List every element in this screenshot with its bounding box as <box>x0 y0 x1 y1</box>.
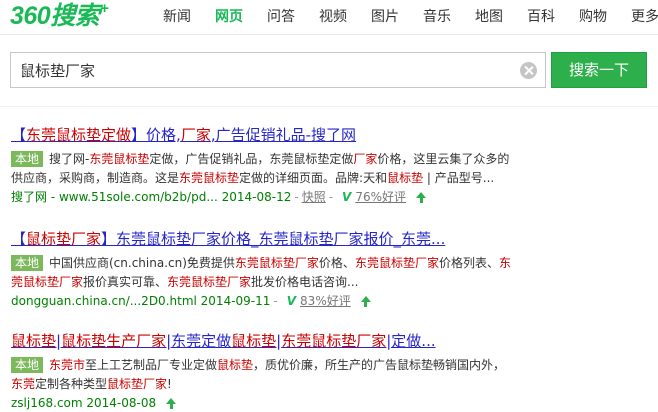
snippet-line: 东莞定制各种类型鼠标垫厂家! <box>11 377 172 391</box>
nav-item-2[interactable]: 网页 <box>215 0 243 34</box>
logo-text: 360搜索 <box>10 2 100 30</box>
result-snippet: 本地 东莞市至上工艺制品厂专业定做鼠标垫，质优价廉，所生产的广告鼠标垫畅销国内外，… <box>11 356 651 394</box>
nav-item-6[interactable]: 音乐 <box>423 0 451 34</box>
search-box <box>10 52 546 88</box>
result-snippet: 本地 中国供应商(cn.china.cn)免费提供东莞鼠标垫厂家价格、东莞鼠标垫厂… <box>11 254 651 292</box>
result-url: dongguan.china.cn/...2D0.html <box>11 294 197 308</box>
search-button[interactable]: 搜索一下 <box>551 52 647 88</box>
highlight-text: 厂家 <box>353 152 378 166</box>
meta-separator: - <box>328 190 334 204</box>
nav-item-4[interactable]: 视频 <box>319 0 347 34</box>
result-date: 2014-08-08 <box>82 396 157 410</box>
top-divider <box>0 34 658 35</box>
top-navigation-bar: 360搜索 + 新闻网页问答视频图片音乐地图百科购物更多▾ <box>0 0 658 34</box>
upvote-arrow-icon[interactable] <box>166 397 177 410</box>
nav-item-10[interactable]: 更多▾ <box>631 0 658 34</box>
upvote-arrow-icon[interactable] <box>416 191 427 204</box>
highlight-text: 东莞鼠标垫 <box>179 171 240 185</box>
result-url: 搜了网 - www.51sole.com/b2b/pd... <box>11 190 218 204</box>
highlight-text: 东莞鼠标垫厂家 <box>234 256 319 270</box>
logo-360-search[interactable]: 360搜索 + <box>10 0 109 30</box>
result-snippet: 本地 搜了网-东莞鼠标垫定做，广告促销礼品，东莞鼠标垫定做厂家价格，这里云集了众多… <box>11 150 651 188</box>
search-result: 【东莞鼠标垫定做】价格,厂家,广告促销礼品-搜了网本地 搜了网-东莞鼠标垫定做，广… <box>11 125 651 207</box>
snippet-line: 东莞市至上工艺制品厂专业定做鼠标垫，质优价廉，所生产的广告鼠标垫畅销国内外， <box>49 358 506 372</box>
highlight-text: 莞鼠标垫厂家 <box>11 275 84 289</box>
snippet-line: 中国供应商(cn.china.cn)免费提供东莞鼠标垫厂家价格、东莞鼠标垫厂家价… <box>49 256 511 270</box>
highlight-text: 鼠标垫 <box>231 332 277 350</box>
search-input[interactable] <box>11 53 511 87</box>
search-result: 鼠标垫|鼠标垫生产厂家|东莞定做鼠标垫|东莞鼠标垫厂家|定做... 本地 东莞市至上… <box>11 331 651 412</box>
result-title-link[interactable]: 【东莞鼠标垫定做】价格,厂家,广告促销礼品-搜了网 <box>11 125 651 145</box>
nav-item-7[interactable]: 地图 <box>475 0 503 34</box>
highlight-text: 鼠标垫生产厂家 <box>61 332 167 350</box>
category-nav: 新闻网页问答视频图片音乐地图百科购物更多▾ <box>163 0 658 34</box>
nav-item-9[interactable]: 购物 <box>579 0 607 34</box>
result-date: 2014-08-12 <box>217 190 292 204</box>
highlight-text: 鼠标垫 <box>387 171 424 185</box>
nav-item-3[interactable]: 问答 <box>267 0 295 34</box>
clear-icon[interactable] <box>520 62 537 79</box>
snippet-line: 莞鼠标垫厂家报价真实可靠、东莞鼠标垫厂家批发价格电话咨询... <box>11 275 359 289</box>
highlight-text: 鼠标垫厂家 <box>107 377 168 391</box>
highlight-text: 东莞鼠标垫定做 <box>26 126 132 144</box>
rating-link[interactable]: 83%好评 <box>300 292 351 311</box>
result-title-link[interactable]: 鼠标垫|鼠标垫生产厂家|东莞定做鼠标垫|东莞鼠标垫厂家|定做... <box>11 331 651 351</box>
meta-separator: - <box>273 294 278 308</box>
highlight-text: 鼠标垫厂家 <box>26 230 102 248</box>
highlight-text: 东莞市 <box>49 358 86 372</box>
cache-link[interactable]: 快照 <box>302 188 326 207</box>
result-date: 2014-09-11 <box>196 294 271 308</box>
highlight-text: 东莞鼠标垫厂家 <box>354 256 439 270</box>
verified-icon: V <box>342 190 352 204</box>
result-url: zslj168.com <box>11 396 83 410</box>
nav-item-5[interactable]: 图片 <box>371 0 399 34</box>
result-meta: dongguan.china.cn/...2D0.html 2014-09-11… <box>11 292 651 311</box>
highlight-text: 东莞鼠标垫 <box>89 152 150 166</box>
logo-plus: + <box>100 0 109 17</box>
upvote-arrow-icon[interactable] <box>360 295 371 308</box>
local-badge: 本地 <box>11 151 44 167</box>
snippet-line: 搜了网-东莞鼠标垫定做，广告促销礼品，东莞鼠标垫定做厂家价格，这里云集了众多的 <box>49 152 510 166</box>
snippet-line: 供应商，采购商，制造商。这是东莞鼠标垫定做的详细页面。品牌:天和鼠标垫 | 产品… <box>11 171 495 185</box>
result-meta: zslj168.com 2014-08-08 <box>11 394 651 412</box>
results-divider <box>0 106 658 107</box>
highlight-text: 东莞鼠标垫厂家 <box>281 332 387 350</box>
nav-item-1[interactable]: 新闻 <box>163 0 191 34</box>
highlight-text: 东莞鼠标垫厂家 <box>167 275 252 289</box>
search-result: 【鼠标垫厂家】东莞鼠标垫厂家价格_东莞鼠标垫厂家报价_东莞... 本地 中国供应商(… <box>11 229 651 311</box>
local-badge: 本地 <box>11 357 44 373</box>
highlight-text: 东 <box>498 256 511 270</box>
rating-link[interactable]: 76%好评 <box>355 188 406 207</box>
verified-icon: V <box>286 294 297 308</box>
result-meta: 搜了网 - www.51sole.com/b2b/pd... 2014-08-1… <box>11 188 651 207</box>
highlight-text: 东莞 <box>11 377 36 391</box>
highlight-text: 厂家 <box>180 126 211 144</box>
nav-item-8[interactable]: 百科 <box>527 0 555 34</box>
local-badge: 本地 <box>11 255 44 271</box>
highlight-text: 鼠标垫 <box>11 332 57 350</box>
meta-separator: - <box>294 190 299 204</box>
highlight-text: 鼠标垫 <box>217 358 254 372</box>
result-title-link[interactable]: 【鼠标垫厂家】东莞鼠标垫厂家价格_东莞鼠标垫厂家报价_东莞... <box>11 229 651 249</box>
